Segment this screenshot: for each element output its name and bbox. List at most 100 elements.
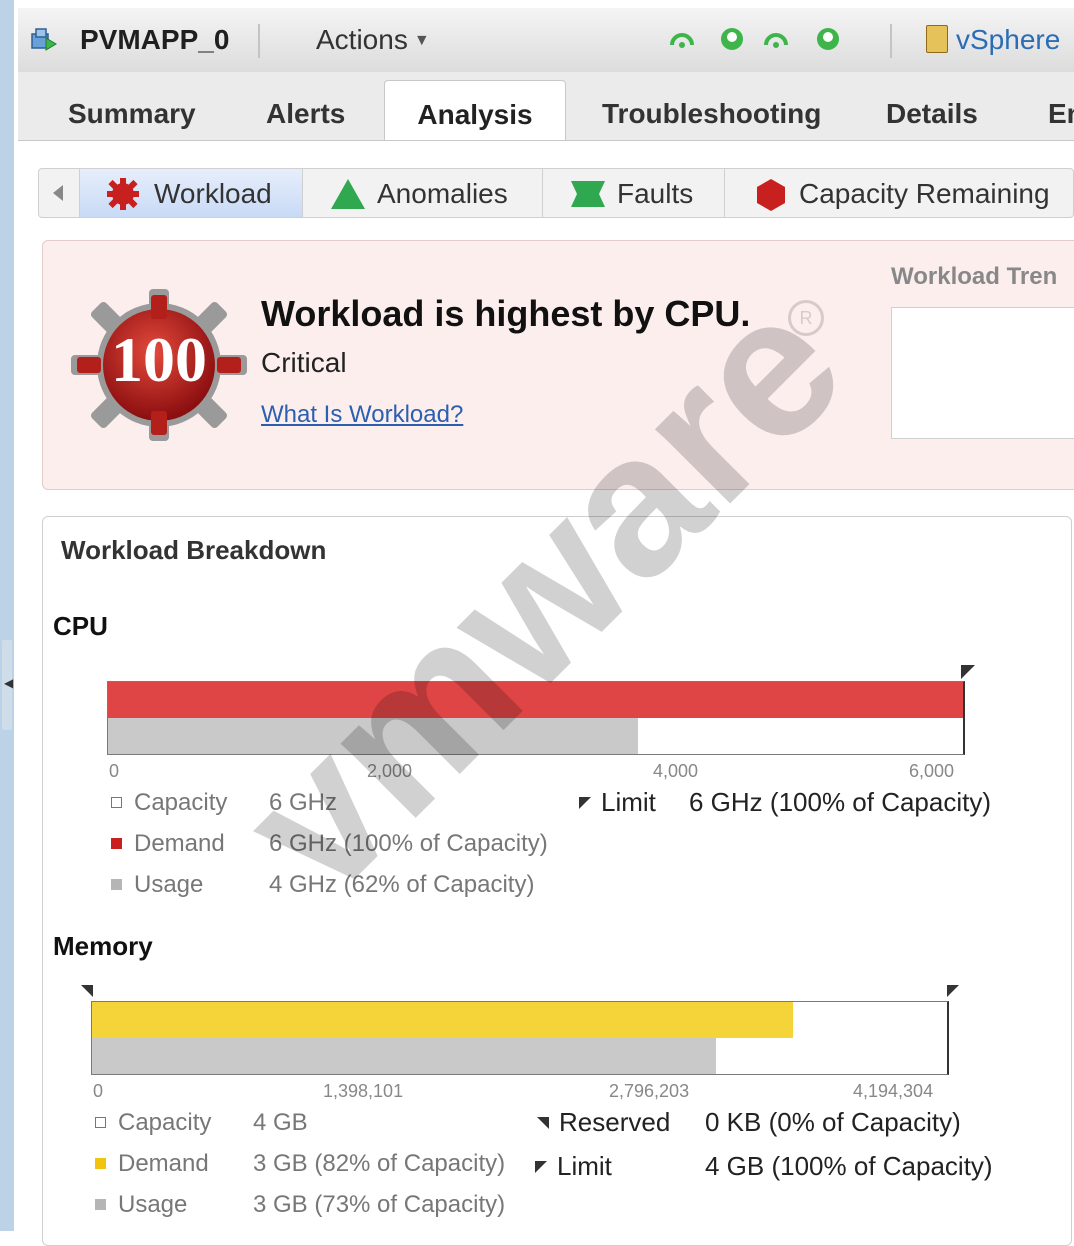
memory-limit: Limit	[535, 1151, 612, 1182]
what-is-workload-link[interactable]: What Is Workload?	[261, 401, 463, 429]
memory-legend-capacity: Capacity	[95, 1109, 211, 1137]
demand-swatch-icon	[95, 1158, 106, 1169]
vsphere-label: vSphere	[956, 24, 1061, 55]
vm-icon	[31, 28, 57, 51]
memory-section-title: Memory	[53, 931, 153, 961]
memory-legend-usage: Usage	[95, 1191, 187, 1219]
header-divider	[258, 24, 260, 58]
cpu-bar-chart	[107, 681, 965, 755]
demand-swatch-icon	[111, 838, 122, 849]
limit-marker-icon	[579, 797, 591, 809]
memory-capacity-value: 4 GB	[253, 1109, 308, 1136]
subtab-workload-label: Workload	[154, 178, 272, 209]
cpu-axis-tick: 6,000	[909, 761, 955, 781]
workload-alert-panel: 100 Workload is highest by CPU. Critical…	[42, 240, 1074, 490]
memory-reserved: Reserved	[537, 1107, 670, 1138]
main-tab-bar: Summary Alerts Analysis Troubleshooting …	[18, 72, 1074, 141]
actions-label: Actions	[316, 24, 408, 55]
limit-label: Limit	[601, 787, 656, 817]
tab-troubleshooting[interactable]: Troubleshooting	[602, 98, 821, 130]
memory-reserved-value: 0 KB (0% of Capacity)	[705, 1107, 961, 1137]
legend-label: Demand	[134, 830, 225, 857]
anomalies-triangle-icon	[331, 179, 365, 209]
usage-swatch-icon	[95, 1199, 106, 1210]
limit-label: Limit	[557, 1151, 612, 1181]
memory-bar-chart	[91, 1001, 949, 1075]
subtab-anomalies[interactable]: Anomalies	[303, 169, 543, 217]
cpu-axis-tick: 4,000	[653, 761, 699, 781]
cpu-demand-value: 6 GHz (100% of Capacity)	[269, 830, 548, 857]
tab-environment[interactable]: En	[1048, 98, 1074, 130]
actions-caret-icon: ▼	[413, 32, 430, 49]
memory-axis-tick: 4,194,304	[853, 1081, 934, 1101]
legend-label: Demand	[118, 1150, 209, 1177]
legend-label: Capacity	[134, 789, 228, 816]
workload-breakdown-panel: Workload Breakdown CPU 0 2,000 4,000 6,0…	[42, 516, 1072, 1246]
tab-summary[interactable]: Summary	[68, 98, 196, 130]
header-divider	[890, 24, 892, 58]
status-icon[interactable]	[814, 25, 842, 53]
subtab-faults-label: Faults	[617, 178, 694, 209]
cpu-legend-demand: Demand	[111, 830, 225, 858]
memory-limit-value: 4 GB (100% of Capacity)	[705, 1151, 993, 1181]
cpu-demand-bar	[108, 682, 963, 718]
subtab-capacity-remaining-label: Capacity Remaining	[799, 178, 1050, 209]
memory-legend-demand: Demand	[95, 1150, 209, 1178]
workload-trend-chart	[891, 307, 1074, 439]
memory-demand-value: 3 GB (82% of Capacity)	[253, 1150, 506, 1177]
subtab-scroll-left[interactable]	[39, 169, 80, 217]
vsphere-doc-icon	[926, 25, 948, 53]
tab-analysis[interactable]: Analysis	[384, 80, 566, 140]
reserved-marker-icon	[537, 1117, 549, 1129]
analysis-subtab-bar: Workload Anomalies Faults Capacity Remai…	[38, 168, 1074, 218]
collapse-arrow-icon[interactable]: ◀	[4, 676, 13, 690]
cpu-usage-bar	[108, 718, 638, 754]
memory-usage-value: 3 GB (73% of Capacity)	[253, 1191, 506, 1218]
subtab-anomalies-label: Anomalies	[377, 178, 508, 209]
scroll-left-icon	[53, 185, 63, 201]
reserved-label: Reserved	[559, 1107, 671, 1137]
memory-demand-bar	[92, 1002, 793, 1038]
tab-alerts[interactable]: Alerts	[266, 98, 345, 130]
cpu-limit-value: 6 GHz (100% of Capacity)	[689, 787, 992, 817]
cpu-usage-value: 4 GHz (62% of Capacity)	[269, 871, 535, 898]
object-header: PVMAPP_0 Actions ▼ vSphere	[18, 8, 1074, 73]
subtab-faults[interactable]: Faults	[543, 169, 725, 217]
status-icon[interactable]	[668, 25, 696, 53]
faults-icon	[571, 181, 605, 207]
subtab-capacity-remaining[interactable]: Capacity Remaining	[725, 169, 1074, 217]
cpu-limit-marker-icon	[961, 665, 975, 679]
memory-axis-tick: 0	[93, 1081, 104, 1101]
memory-usage-bar	[92, 1038, 716, 1074]
usage-swatch-icon	[111, 879, 122, 890]
legend-label: Usage	[134, 871, 204, 898]
window-edge: ◀	[0, 0, 14, 1231]
workload-gear-icon	[107, 178, 139, 210]
cpu-axis-tick: 0	[109, 761, 120, 781]
actions-menu[interactable]: Actions ▼	[316, 24, 430, 56]
cpu-legend-capacity: Capacity	[111, 789, 227, 817]
tab-details[interactable]: Details	[886, 98, 978, 130]
limit-marker-icon	[535, 1161, 547, 1173]
memory-limit-marker-icon	[947, 985, 959, 997]
workload-trend-label: Workload Tren	[891, 263, 1058, 290]
capacity-swatch-icon	[95, 1117, 106, 1128]
breakdown-title: Workload Breakdown	[61, 535, 327, 565]
capacity-hexagon-icon	[757, 179, 785, 211]
alert-title: Workload is highest by CPU.	[261, 293, 751, 334]
subtab-workload[interactable]: Workload	[80, 169, 303, 217]
cpu-legend-usage: Usage	[111, 871, 203, 899]
status-icon[interactable]	[762, 25, 790, 53]
cpu-limit: Limit	[579, 787, 656, 818]
memory-axis-tick: 2,796,203	[609, 1081, 690, 1101]
status-icon[interactable]	[718, 25, 746, 53]
cpu-section-title: CPU	[53, 611, 108, 641]
cpu-axis-tick: 2,000	[367, 761, 413, 781]
registered-mark-icon: R	[788, 300, 824, 336]
legend-label: Usage	[118, 1191, 188, 1218]
cpu-capacity-value: 6 GHz	[269, 789, 338, 816]
vsphere-link[interactable]: vSphere	[926, 24, 1060, 56]
workload-score: 100	[111, 324, 207, 395]
legend-label: Capacity	[118, 1109, 212, 1136]
capacity-swatch-icon	[111, 797, 122, 808]
